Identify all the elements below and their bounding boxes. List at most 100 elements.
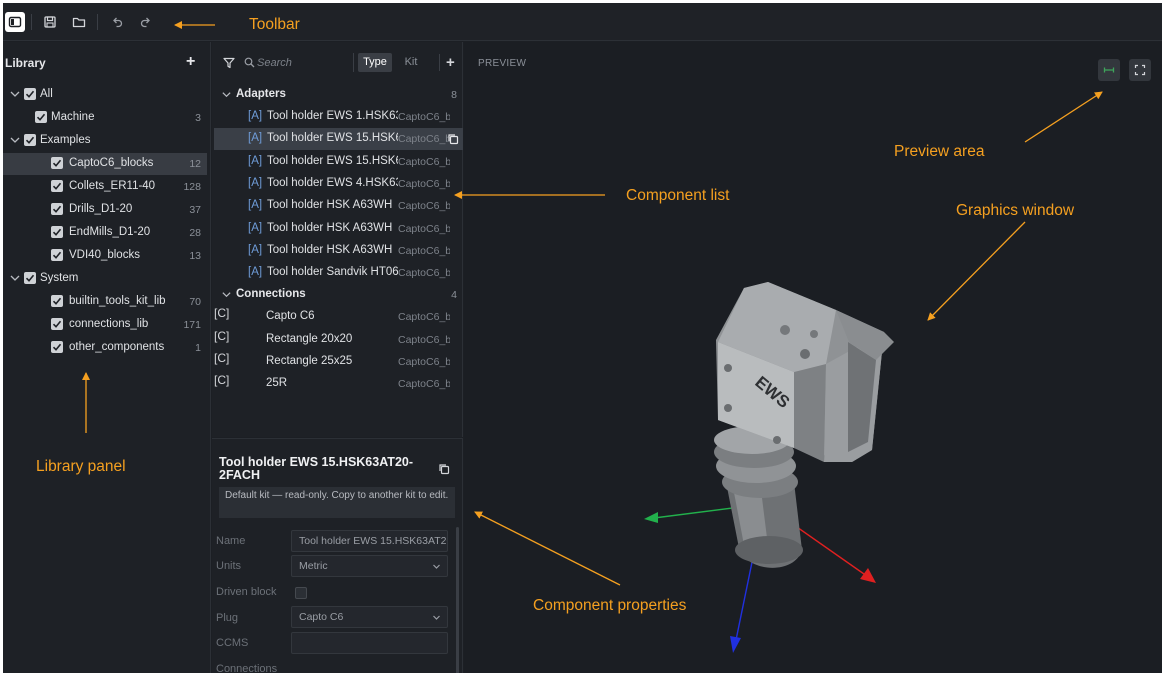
- units-select[interactable]: Metric: [291, 555, 448, 577]
- library-panel-annotation: Library panel: [36, 458, 126, 475]
- toolbar-separator: [31, 14, 32, 30]
- library-item-checkbox[interactable]: [51, 180, 63, 192]
- search-icon: [244, 57, 255, 68]
- check-icon: [25, 136, 35, 144]
- preview-label: PREVIEW: [478, 58, 527, 69]
- add-component-button[interactable]: +: [439, 54, 455, 71]
- library-tree-item[interactable]: System: [3, 268, 207, 290]
- library-item-checkbox[interactable]: [51, 295, 63, 307]
- undo-button[interactable]: [107, 12, 127, 32]
- library-tree-item[interactable]: other_components 1: [3, 337, 207, 359]
- component-list-item[interactable]: [A] Tool holder Sandvik HT06CaptoC6_block…: [214, 262, 463, 284]
- library-item-count: 1: [195, 342, 201, 354]
- chevron-down-icon[interactable]: [9, 134, 21, 146]
- library-item-label: connections_lib: [69, 318, 149, 330]
- library-tree-item[interactable]: All: [3, 84, 207, 106]
- item-name: Tool holder HSK A63WH: [267, 199, 393, 212]
- check-icon: [52, 182, 62, 190]
- library-item-checkbox[interactable]: [24, 88, 36, 100]
- item-kit: CaptoC6_blocks: [398, 333, 450, 346]
- open-folder-button[interactable]: [69, 12, 89, 32]
- measure-toggle-button[interactable]: [1098, 59, 1120, 81]
- item-prefix: [A]: [248, 132, 263, 145]
- library-tree-item[interactable]: connections_lib 171: [3, 314, 207, 336]
- undo-icon: [113, 17, 123, 28]
- chevron-down-icon[interactable]: [9, 272, 21, 284]
- chevron-down-icon[interactable]: [221, 89, 232, 100]
- library-item-checkbox[interactable]: [51, 157, 63, 169]
- check-icon: [52, 205, 62, 213]
- item-kit: CaptoC6_blocks: [398, 111, 450, 123]
- library-item-label: builtin_tools_kit_lib: [69, 295, 166, 307]
- component-list-item[interactable]: [A] Tool holder EWS 15.HSK63AT20-2FACHCap…: [214, 128, 463, 151]
- library-item-checkbox[interactable]: [51, 318, 63, 330]
- filter-kit-button[interactable]: Kit: [394, 53, 428, 72]
- driven-block-label: Driven block: [216, 586, 277, 598]
- copy-icon[interactable]: [447, 133, 459, 145]
- connections-label: Connections: [216, 663, 278, 673]
- name-field[interactable]: Tool holder EWS 15.HSK63AT20-2FACH: [291, 530, 448, 552]
- driven-block-checkbox[interactable]: [295, 587, 307, 599]
- item-name: Tool holder EWS 1.HSK63AT20-2FACH: [267, 110, 398, 122]
- component-list-item[interactable]: [C] Rectangle 20x20 CaptoC6_blocks: [214, 329, 463, 351]
- item-name: Tool holder HSK A63WH: [267, 243, 393, 256]
- chevron-down-icon[interactable]: [9, 88, 21, 100]
- library-tree-item[interactable]: VDI40_blocks 13: [3, 245, 207, 267]
- library-item-checkbox[interactable]: [35, 111, 47, 123]
- filter-type-button[interactable]: Type: [358, 53, 392, 72]
- library-item-checkbox[interactable]: [51, 341, 63, 353]
- item-prefix: [A]: [248, 266, 263, 279]
- component-list-annotation: Component list: [626, 187, 730, 204]
- check-icon: [25, 274, 35, 282]
- component-list-item[interactable]: [A] Tool holder HSK A63WH CaptoC6_blocks: [214, 195, 463, 217]
- component-list-item[interactable]: [A] Tool holder HSK A63WH CaptoC6_blocks: [214, 240, 463, 262]
- folder-icon: [72, 17, 86, 28]
- redo-button[interactable]: [136, 12, 156, 32]
- library-tree-item[interactable]: Drills_D1-20 37: [3, 199, 207, 221]
- library-tree-item[interactable]: Machine 3: [3, 107, 207, 129]
- library-tree-item[interactable]: EndMills_D1-20 28: [3, 222, 207, 244]
- component-list-item[interactable]: [C] 25R CaptoC6_blocks: [214, 373, 463, 395]
- toolbar-separator: [97, 14, 98, 30]
- sidebar-toggle-button[interactable]: [5, 12, 25, 32]
- copy-icon[interactable]: [438, 463, 450, 475]
- component-list-item[interactable]: [A] Tool holder EWS 15.HSK63AT20-2FACHCap…: [214, 151, 463, 173]
- check-icon: [52, 297, 62, 305]
- item-name: Capto C6: [266, 310, 315, 323]
- sidebar-toggle-icon: [8, 16, 22, 28]
- component-group-header[interactable]: Connections 4: [212, 284, 463, 306]
- toolbar-annotation: Toolbar: [249, 16, 300, 33]
- library-tree-item[interactable]: builtin_tools_kit_lib 70: [3, 291, 207, 313]
- component-list-item[interactable]: [A] Tool holder EWS 1.HSK63AT20-2FACHCapt…: [214, 106, 463, 128]
- library-item-count: 37: [189, 204, 201, 216]
- fullscreen-icon: [1134, 64, 1146, 76]
- redo-icon: [140, 17, 150, 28]
- component-list-item[interactable]: [C] Rectangle 25x25 CaptoC6_blocks: [214, 351, 463, 373]
- plug-select[interactable]: Capto C6: [291, 606, 448, 628]
- chevron-down-icon[interactable]: [221, 289, 232, 300]
- save-button[interactable]: [40, 12, 60, 32]
- library-tree-item[interactable]: CaptoC6_blocks 12: [3, 153, 207, 175]
- library-item-checkbox[interactable]: [24, 134, 36, 146]
- filter-icon[interactable]: [223, 57, 235, 69]
- search-input[interactable]: [257, 54, 347, 72]
- component-list-item[interactable]: [C] Capto C6 CaptoC6_blocks: [214, 306, 463, 328]
- fullscreen-button[interactable]: [1129, 59, 1151, 81]
- library-item-checkbox[interactable]: [51, 226, 63, 238]
- component-list-item[interactable]: [A] Tool holder HSK A63WH CaptoC6_blocks: [214, 218, 463, 240]
- component-list-item[interactable]: [A] Tool holder EWS 4.HSK63AT20-2FACHCapt…: [214, 173, 463, 195]
- ccms-field[interactable]: [291, 632, 448, 654]
- component-group-header[interactable]: Adapters 8: [212, 84, 463, 106]
- properties-scrollbar[interactable]: [456, 527, 459, 673]
- library-item-checkbox[interactable]: [51, 249, 63, 261]
- graphics-window[interactable]: EWS: [464, 42, 1162, 673]
- library-item-checkbox[interactable]: [24, 272, 36, 284]
- library-tree-item[interactable]: Collets_ER11-40 128: [3, 176, 207, 198]
- library-item-checkbox[interactable]: [51, 203, 63, 215]
- group-label: Connections: [236, 288, 306, 301]
- check-icon: [25, 90, 35, 98]
- library-add-button[interactable]: +: [186, 53, 195, 71]
- check-icon: [52, 343, 62, 351]
- library-title: Library: [5, 56, 46, 70]
- library-tree-item[interactable]: Examples: [3, 130, 207, 152]
